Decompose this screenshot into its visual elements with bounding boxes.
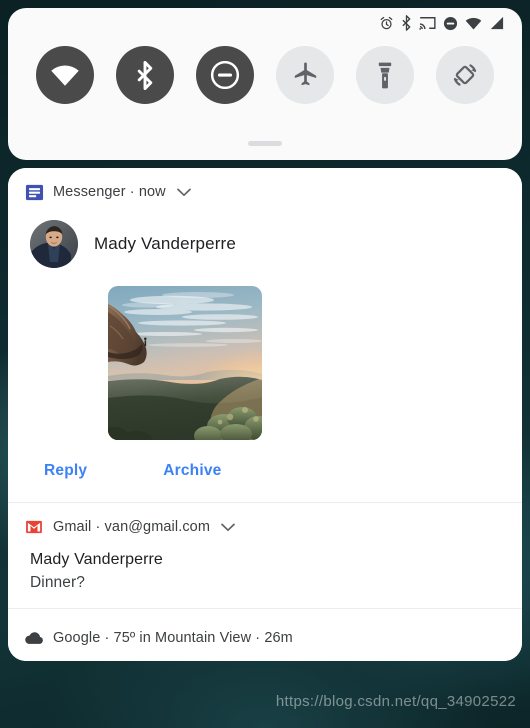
chevron-down-icon[interactable] xyxy=(176,188,191,197)
cell-signal-icon xyxy=(489,16,504,30)
chevron-down-icon[interactable] xyxy=(221,523,235,532)
cloud-icon xyxy=(24,628,44,648)
flashlight-tile[interactable] xyxy=(356,46,414,104)
do-not-disturb-tile-icon xyxy=(211,61,239,89)
cast-icon xyxy=(419,16,436,30)
auto-rotate-icon xyxy=(453,64,477,86)
auto-rotate-tile[interactable] xyxy=(436,46,494,104)
bluetooth-icon xyxy=(401,15,412,31)
airplane-tile[interactable] xyxy=(276,46,334,104)
archive-button[interactable]: Archive xyxy=(105,454,239,488)
dnd-tile[interactable] xyxy=(196,46,254,104)
bluetooth-tile-icon xyxy=(137,60,153,90)
notification-messenger[interactable]: Messenger · now Mady Vanderperre Reply A… xyxy=(8,168,522,502)
google-header-text: Google · 75º in Mountain View · 26m xyxy=(53,630,293,646)
quick-settings-panel xyxy=(8,8,522,160)
messenger-header-text: Messenger · now xyxy=(53,184,166,200)
drag-handle[interactable] xyxy=(248,140,282,146)
wifi-tile-icon xyxy=(51,64,79,86)
gmail-notification-header: Gmail · van@gmail.com xyxy=(24,503,506,545)
wifi-tile[interactable] xyxy=(36,46,94,104)
reply-button[interactable]: Reply xyxy=(30,454,105,488)
messenger-image-wrap xyxy=(24,270,506,450)
status-bar xyxy=(8,8,522,38)
gmail-header-text: Gmail · van@gmail.com xyxy=(53,519,211,535)
airplane-icon xyxy=(294,61,316,85)
google-notification-header: Google · 75º in Mountain View · 26m xyxy=(24,609,506,661)
wifi-icon xyxy=(465,17,482,30)
flashlight-icon xyxy=(378,62,392,88)
gmail-title: Mady Vanderperre xyxy=(30,551,163,568)
messenger-icon xyxy=(24,182,44,202)
quick-settings-tiles xyxy=(8,38,522,104)
gmail-icon xyxy=(24,517,44,537)
notification-stack: Messenger · now Mady Vanderperre Reply A… xyxy=(8,168,522,661)
quick-settings-handle-row xyxy=(8,126,522,160)
messenger-sender-name: Mady Vanderperre xyxy=(94,234,236,253)
messenger-actions: Reply Archive xyxy=(24,450,506,502)
notification-big-picture[interactable] xyxy=(108,286,262,440)
bluetooth-tile[interactable] xyxy=(116,46,174,104)
messenger-notification-header: Messenger · now xyxy=(24,168,506,210)
notification-gmail[interactable]: Gmail · van@gmail.com Mady Vanderperre D… xyxy=(8,502,522,608)
gmail-notification-body: Mady Vanderperre Dinner? xyxy=(24,545,506,608)
messenger-sender-row: Mady Vanderperre xyxy=(24,210,506,270)
gmail-text: Dinner? xyxy=(30,574,85,591)
do-not-disturb-icon xyxy=(443,16,458,31)
alarm-icon xyxy=(379,16,394,31)
avatar xyxy=(30,220,78,268)
notification-google[interactable]: Google · 75º in Mountain View · 26m xyxy=(8,608,522,661)
